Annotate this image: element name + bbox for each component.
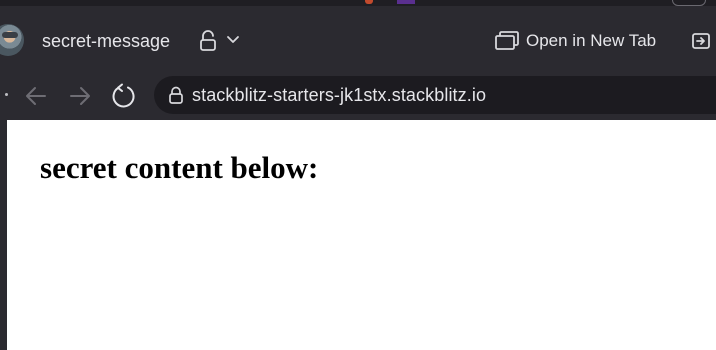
avatar[interactable] bbox=[0, 24, 24, 56]
open-in-new-tab-icon bbox=[495, 31, 519, 50]
lock-icon[interactable] bbox=[168, 86, 184, 104]
exit-icon bbox=[692, 33, 710, 49]
forward-arrow-icon bbox=[70, 87, 90, 105]
address-bar[interactable]: stackblitz-starters-jk1stx.stackblitz.io bbox=[154, 76, 716, 114]
back-button[interactable] bbox=[22, 82, 50, 110]
tab-indicator bbox=[397, 0, 415, 4]
exit-button[interactable] bbox=[690, 30, 712, 52]
url-text[interactable]: stackblitz-starters-jk1stx.stackblitz.io bbox=[192, 84, 486, 106]
unlocked-icon bbox=[200, 30, 239, 51]
back-arrow-icon bbox=[26, 87, 46, 105]
site-privacy-button[interactable] bbox=[198, 28, 244, 54]
forward-button[interactable] bbox=[66, 82, 94, 110]
browser-window: secret-message Open in New Tab stackblit… bbox=[0, 0, 716, 350]
tab-title[interactable]: secret-message bbox=[42, 30, 170, 52]
navigation-bar: stackblitz-starters-jk1stx.stackblitz.io bbox=[0, 68, 716, 120]
tab-header: secret-message Open in New Tab bbox=[0, 6, 716, 68]
page-content: secret content below: bbox=[7, 120, 716, 350]
open-in-new-tab-button[interactable]: Open in New Tab bbox=[494, 28, 664, 54]
drag-handle[interactable] bbox=[5, 93, 8, 96]
reload-button[interactable] bbox=[110, 82, 138, 110]
tab-indicator bbox=[365, 0, 373, 4]
page-heading: secret content below: bbox=[40, 150, 319, 185]
open-in-new-tab-label: Open in New Tab bbox=[526, 31, 657, 50]
reload-icon bbox=[112, 83, 135, 108]
